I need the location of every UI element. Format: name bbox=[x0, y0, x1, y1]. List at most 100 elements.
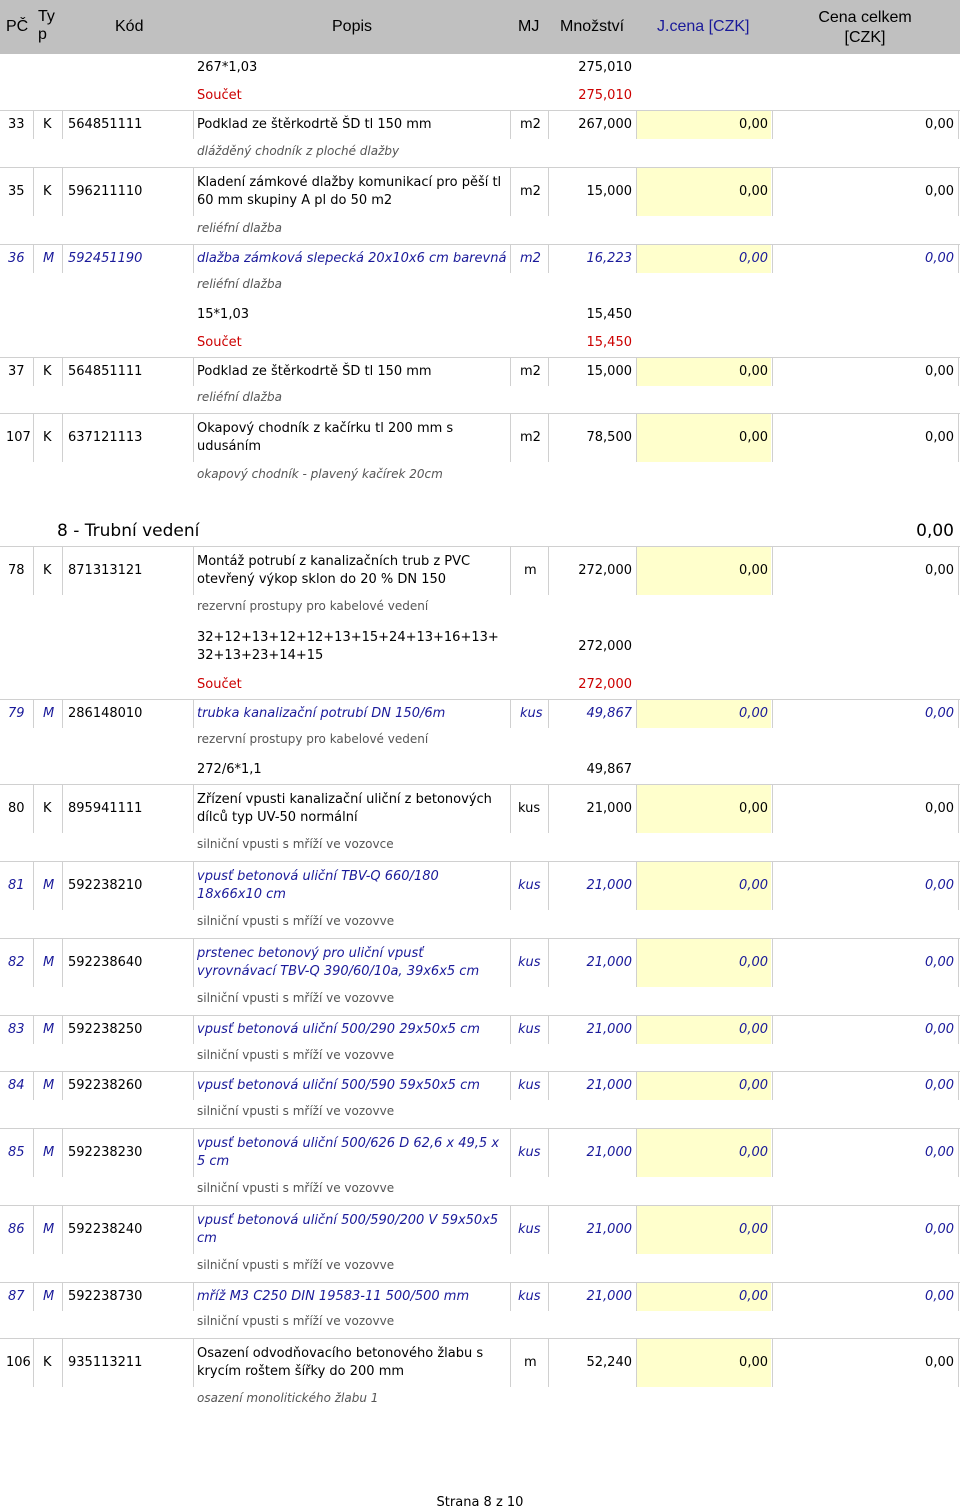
item-note: dlážděný chodník z ploché dlažby bbox=[197, 144, 400, 158]
page-footer: Strana 8 z 10 bbox=[436, 1495, 524, 1510]
item-typ: K bbox=[43, 117, 52, 132]
soucet-label: Součet bbox=[197, 677, 242, 692]
item-mj: kus bbox=[518, 955, 541, 970]
item-jcena[interactable]: 0,00 bbox=[640, 245, 768, 273]
item-typ: K bbox=[43, 801, 52, 816]
col-typ: Ty p bbox=[38, 8, 55, 43]
item-kod: 592238250 bbox=[68, 1022, 143, 1037]
item-celkem: 0,00 bbox=[925, 117, 954, 132]
item-jcena[interactable]: 0,00 bbox=[640, 700, 768, 728]
item-note: silniční vpusti s mříží ve vozovce bbox=[197, 837, 394, 851]
item-mnozstvi: 21,000 bbox=[586, 1078, 633, 1093]
item-mnozstvi: 78,500 bbox=[586, 430, 633, 445]
item-mnozstvi: 15,000 bbox=[586, 184, 633, 199]
item-jcena[interactable]: 0,00 bbox=[640, 1339, 768, 1387]
item-mnozstvi: 21,000 bbox=[586, 878, 633, 893]
item-popis: dlažba zámková slepecká 20x10x6 cm barev… bbox=[197, 251, 507, 266]
calc-value: 15,450 bbox=[586, 307, 633, 322]
item-popis: Kladení zámkové dlažby komunikací pro pě… bbox=[197, 175, 502, 208]
item-mj: m2 bbox=[520, 117, 541, 132]
table-header: PČ Ty p Kód Popis MJ Množství J.cena [CZ… bbox=[0, 0, 960, 54]
item-jcena[interactable]: 0,00 bbox=[640, 1072, 768, 1100]
soucet-label: Součet bbox=[197, 335, 242, 350]
item-celkem: 0,00 bbox=[925, 801, 954, 816]
item-popis: vpusť betonová uliční TBV-Q 660/180 18x6… bbox=[197, 869, 439, 902]
table-row: 79 M 286148010 trubka kanalizační potrub… bbox=[0, 699, 960, 728]
table-row: 37 K 564851111 Podklad ze štěrkodrtě ŠD … bbox=[0, 357, 960, 386]
table-row: 81 M 592238210 vpusť betonová uliční TBV… bbox=[0, 861, 960, 910]
soucet-label: Součet bbox=[197, 88, 242, 103]
item-pc: 82 bbox=[8, 955, 25, 970]
item-note: reliéfní dlažba bbox=[197, 221, 282, 235]
item-mnozstvi: 21,000 bbox=[586, 1145, 633, 1160]
col-jcena: J.cena [CZK] bbox=[657, 18, 750, 35]
item-pc: 33 bbox=[8, 117, 25, 132]
item-celkem: 0,00 bbox=[925, 706, 954, 721]
item-jcena[interactable]: 0,00 bbox=[640, 358, 768, 386]
item-kod: 286148010 bbox=[68, 706, 143, 721]
item-note: osazení monolitického žlabu 1 bbox=[197, 1391, 379, 1405]
item-mnozstvi: 272,000 bbox=[578, 563, 632, 578]
item-mnozstvi: 267,000 bbox=[578, 117, 632, 132]
table-row: 106 K 935113211 Osazení odvodňovacího be… bbox=[0, 1338, 960, 1387]
item-mj: m bbox=[524, 1355, 537, 1370]
item-mj: m2 bbox=[520, 430, 541, 445]
table-row: 33 K 564851111 Podklad ze štěrkodrtě ŠD … bbox=[0, 110, 960, 139]
item-mj: kus bbox=[518, 1022, 541, 1037]
table-row: 83 M 592238250 vpusť betonová uliční 500… bbox=[0, 1015, 960, 1044]
item-celkem: 0,00 bbox=[925, 955, 954, 970]
item-popis: vpusť betonová uliční 500/590 59x50x5 cm bbox=[197, 1078, 480, 1093]
col-popis: Popis bbox=[332, 18, 373, 35]
item-jcena[interactable]: 0,00 bbox=[640, 547, 768, 595]
item-popis: trubka kanalizační potrubí DN 150/6m bbox=[197, 706, 446, 721]
calc-value: 49,867 bbox=[586, 762, 633, 777]
item-pc: 78 bbox=[8, 563, 25, 578]
item-kod: 637121113 bbox=[68, 430, 143, 445]
item-jcena[interactable]: 0,00 bbox=[640, 111, 768, 139]
table-row: 87 M 592238730 mříž M3 C250 DIN 19583-11… bbox=[0, 1282, 960, 1311]
item-kod: 592238210 bbox=[68, 878, 143, 893]
item-mj: kus bbox=[520, 706, 543, 721]
item-celkem: 0,00 bbox=[925, 1222, 954, 1237]
soucet-value: 15,450 bbox=[586, 335, 633, 350]
item-note: silniční vpusti s mříží ve vozovve bbox=[197, 914, 395, 928]
item-kod: 895941111 bbox=[68, 801, 143, 816]
item-celkem: 0,00 bbox=[925, 251, 954, 266]
item-mnozstvi: 21,000 bbox=[586, 1222, 633, 1237]
col-pc: PČ bbox=[6, 18, 29, 35]
item-pc: 107 bbox=[6, 430, 31, 445]
item-note: rezervní prostupy pro kabelové vedení bbox=[197, 599, 429, 613]
item-note: reliéfní dlažba bbox=[197, 277, 282, 291]
item-pc: 37 bbox=[8, 364, 25, 379]
item-jcena[interactable]: 0,00 bbox=[640, 168, 768, 216]
item-typ: M bbox=[43, 955, 55, 970]
item-popis: Podklad ze štěrkodrtě ŠD tl 150 mm bbox=[197, 117, 432, 132]
item-jcena[interactable]: 0,00 bbox=[640, 1129, 768, 1177]
item-mj: m2 bbox=[520, 364, 541, 379]
item-jcena[interactable]: 0,00 bbox=[640, 939, 768, 987]
item-celkem: 0,00 bbox=[925, 1145, 954, 1160]
table-row: 86 M 592238240 vpusť betonová uliční 500… bbox=[0, 1205, 960, 1254]
col-mj: MJ bbox=[518, 18, 540, 35]
item-kod: 592238260 bbox=[68, 1078, 143, 1093]
item-typ: M bbox=[43, 1289, 55, 1304]
item-kod: 592238640 bbox=[68, 955, 143, 970]
calc-formula: 272/6*1,1 bbox=[197, 762, 262, 777]
item-jcena[interactable]: 0,00 bbox=[640, 1206, 768, 1254]
item-jcena[interactable]: 0,00 bbox=[640, 785, 768, 833]
soucet-value: 275,010 bbox=[578, 88, 632, 103]
item-pc: 35 bbox=[8, 184, 25, 199]
section-title: 8 - Trubní vedení bbox=[57, 521, 200, 541]
item-jcena[interactable]: 0,00 bbox=[640, 862, 768, 910]
table-row: 85 M 592238230 vpusť betonová uliční 500… bbox=[0, 1128, 960, 1177]
item-kod: 592238730 bbox=[68, 1289, 143, 1304]
item-popis: vpusť betonová uliční 500/590/200 V 59x5… bbox=[197, 1213, 499, 1246]
item-jcena[interactable]: 0,00 bbox=[640, 414, 768, 462]
table-row: 78 K 871313121 Montáž potrubí z kanaliza… bbox=[0, 546, 960, 595]
item-jcena[interactable]: 0,00 bbox=[640, 1283, 768, 1311]
item-typ: M bbox=[43, 1222, 55, 1237]
item-pc: 85 bbox=[8, 1145, 25, 1160]
section-total: 0,00 bbox=[916, 521, 954, 541]
item-note: silniční vpusti s mříží ve vozovve bbox=[197, 1048, 395, 1062]
item-jcena[interactable]: 0,00 bbox=[640, 1016, 768, 1044]
